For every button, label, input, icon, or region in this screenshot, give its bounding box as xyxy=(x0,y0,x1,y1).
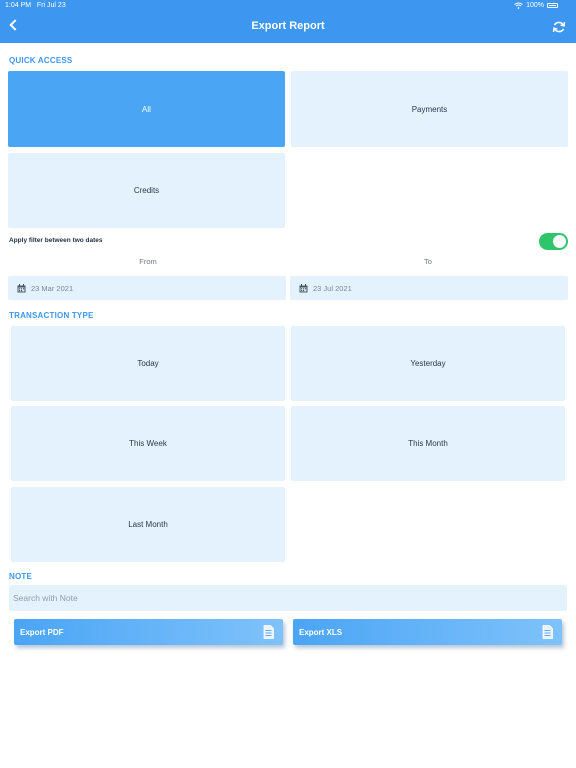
export-xls-button[interactable]: Export XLS xyxy=(293,619,562,645)
transaction-type-yesterday-label: Yesterday xyxy=(410,359,446,368)
transaction-type-today-label: Today xyxy=(137,359,159,368)
from-date-value: 23 Mar 2021 xyxy=(31,283,74,293)
from-date-field[interactable]: 23 Mar 2021 xyxy=(8,276,286,300)
document-icon xyxy=(542,625,553,639)
export-pdf-button[interactable]: Export PDF xyxy=(14,619,283,645)
page-title: Export Report xyxy=(251,20,325,32)
calendar-icon xyxy=(17,283,26,292)
transaction-type-today[interactable]: Today xyxy=(11,326,285,401)
quick-access-payments[interactable]: Payments xyxy=(291,71,568,147)
date-filter-label: Apply filter between two dates xyxy=(9,237,103,244)
to-date-value: 23 Jul 2021 xyxy=(313,283,352,293)
nav-header: 1:04 PM Fri Jul 23 100% Export Report xyxy=(0,0,576,43)
export-xls-label: Export XLS xyxy=(299,627,343,637)
transaction-type-label: TRANSACTION TYPE xyxy=(9,311,94,320)
from-label: From xyxy=(139,257,157,266)
transaction-type-last-month[interactable]: Last Month xyxy=(11,487,285,562)
status-time-date: 1:04 PM Fri Jul 23 xyxy=(5,2,66,9)
transaction-type-this-month[interactable]: This Month xyxy=(291,406,565,481)
quick-access-payments-label: Payments xyxy=(411,104,448,114)
to-label: To xyxy=(424,257,432,266)
status-indicators: 100% xyxy=(514,2,558,9)
quick-access-all[interactable]: All xyxy=(8,71,285,147)
quick-access-label: QUICK ACCESS xyxy=(9,56,73,65)
status-time: 1:04 PM xyxy=(5,2,32,9)
refresh-icon xyxy=(552,21,566,33)
transaction-type-yesterday[interactable]: Yesterday xyxy=(291,326,565,401)
note-search-input[interactable] xyxy=(9,585,567,611)
transaction-type-last-month-label: Last Month xyxy=(128,520,168,529)
to-date-field[interactable]: 23 Jul 2021 xyxy=(290,276,568,300)
quick-access-credits-label: Credits xyxy=(133,186,160,195)
date-filter-toggle[interactable] xyxy=(539,233,568,250)
document-icon xyxy=(263,625,274,639)
quick-access-credits[interactable]: Credits xyxy=(8,153,285,228)
quick-access-all-label: All xyxy=(142,104,151,114)
export-pdf-label: Export PDF xyxy=(20,627,64,637)
refresh-button[interactable] xyxy=(552,20,566,34)
transaction-type-this-week[interactable]: This Week xyxy=(11,406,285,481)
status-date: Fri Jul 23 xyxy=(36,2,66,9)
note-label: NOTE xyxy=(9,572,33,581)
transaction-type-this-week-label: This Week xyxy=(129,439,167,448)
battery-icon xyxy=(547,3,558,8)
battery-percent: 100% xyxy=(526,2,544,9)
transaction-type-this-month-label: This Month xyxy=(408,439,448,448)
wifi-icon xyxy=(514,2,523,9)
calendar-icon xyxy=(299,283,308,292)
